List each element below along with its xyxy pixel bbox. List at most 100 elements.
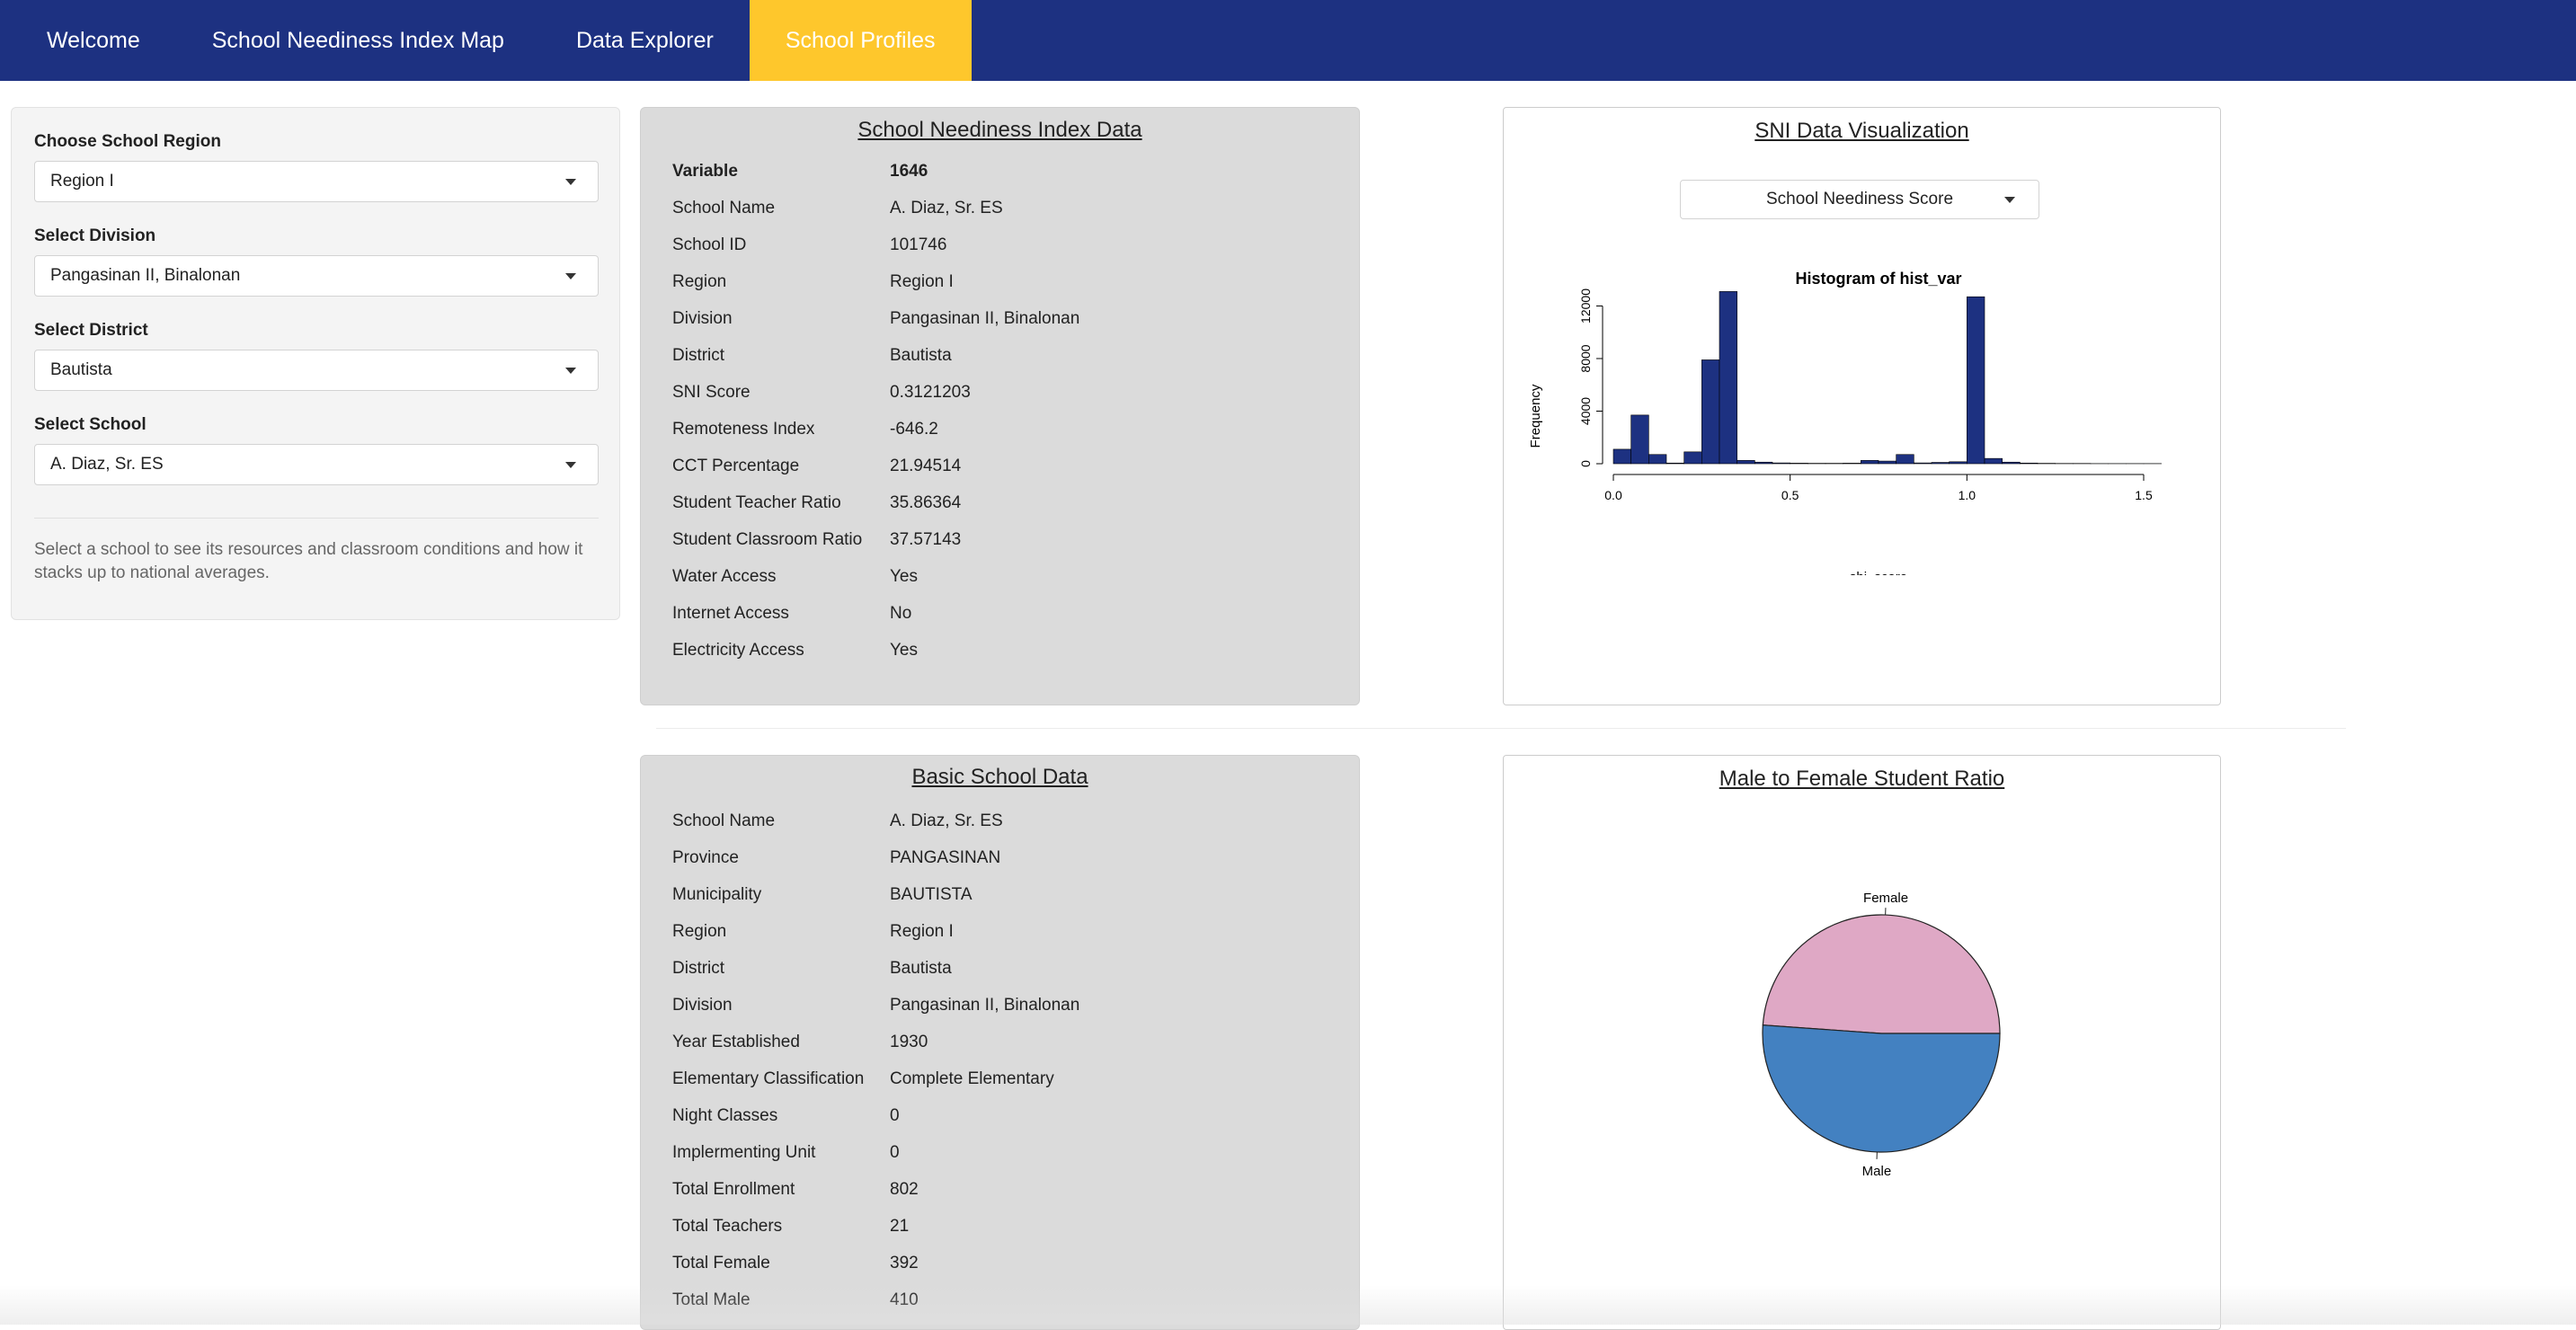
row-value: Bautista [890,346,952,366]
row-value: Yes [890,641,918,661]
sni-visualization-box: SNI Data Visualization School Neediness … [1503,107,2221,705]
histogram-bar [1932,463,1950,464]
pie-label: Male [1862,1164,1892,1179]
gender-pie-chart: Female Male [1504,756,2220,1295]
row-value: 802 [890,1180,919,1200]
row-key: Night Classes [672,1106,777,1126]
region-select[interactable]: Region I [34,161,599,202]
row-value: Pangasinan II, Binalonan [890,996,1079,1015]
histogram-bar [1719,291,1737,464]
row-key: Province [672,848,739,868]
section-divider [656,728,2346,729]
region-select-value: Region I [50,172,114,191]
district-control: Select District Bautista [34,321,599,391]
histogram-bar [1737,460,1755,464]
school-control: Select School A. Diaz, Sr. ES [34,415,599,485]
row-value: 101746 [890,235,946,255]
variable-header: Variable [672,162,738,182]
row-value: No [890,604,911,624]
row-key: Division [672,996,733,1015]
chevron-down-icon [565,179,576,185]
sni-variable-select[interactable]: School Neediness Score [1680,180,2039,219]
histogram-bar [1879,461,1896,464]
sni-viz-title: SNI Data Visualization [1504,119,2220,144]
histogram-bar [1666,463,1684,464]
row-key: School Name [672,199,775,218]
row-value: 0 [890,1143,900,1163]
sidebar-divider [34,518,599,519]
row-key: District [672,959,724,979]
histogram-title: Histogram of hist_var [1795,270,1961,288]
tab-data-explorer[interactable]: Data Explorer [540,0,750,81]
top-navbar: Welcome School Neediness Index Map Data … [0,0,2576,81]
row-key: Municipality [672,885,761,905]
row-value: PANGASINAN [890,848,1000,868]
row-value: 410 [890,1290,919,1310]
chevron-down-icon [565,462,576,468]
histogram-bar [1631,415,1649,464]
sni-variable-select-value: School Neediness Score [1766,190,1953,209]
histogram-chart: Histogram of hist_var Frequency shi_scor… [1504,261,2220,575]
row-value: Complete Elementary [890,1069,1054,1089]
row-key: School ID [672,235,746,255]
district-select[interactable]: Bautista [34,350,599,391]
tab-school-neediness-index-map[interactable]: School Neediness Index Map [176,0,540,81]
school-select[interactable]: A. Diaz, Sr. ES [34,444,599,485]
histogram-y-tick-label: 0 [1578,460,1593,467]
chevron-down-icon [565,273,576,279]
histogram-x-tick-label: 1.0 [1959,488,1976,502]
histogram-bar [1861,460,1879,464]
row-key: Division [672,309,733,329]
sidebar-panel: Choose School Region Region I Select Div… [11,107,620,620]
row-key: School Name [672,811,775,831]
row-key: Internet Access [672,604,789,624]
row-value: Region I [890,272,954,292]
row-value: 21.94514 [890,457,961,476]
histogram-bar [1648,455,1666,464]
district-select-value: Bautista [50,360,112,380]
division-select-value: Pangasinan II, Binalonan [50,266,240,286]
histogram-x-axis-label: shi_score [1850,570,1907,575]
division-control: Select Division Pangasinan II, Binalonan [34,226,599,297]
row-key: Total Female [672,1254,770,1273]
histogram-bar [1754,462,1772,464]
histogram-bar [1790,463,1808,464]
row-key: Implermenting Unit [672,1143,815,1163]
row-value: -646.2 [890,420,938,439]
division-label: Select Division [34,226,599,246]
row-key: CCT Percentage [672,457,799,476]
histogram-bar [1772,463,1790,464]
row-key: Water Access [672,567,776,587]
row-value: 21 [890,1217,909,1237]
row-key: Student Teacher Ratio [672,493,841,513]
row-key: Elementary Classification [672,1069,864,1089]
row-key: Student Classroom Ratio [672,530,862,550]
histogram-bar [1967,297,1985,464]
row-value: 35.86364 [890,493,961,513]
histogram-bar [1896,455,1914,464]
row-key: Total Teachers [672,1217,782,1237]
row-key: Electricity Access [672,641,804,661]
row-key: Total Male [672,1290,751,1310]
histogram-bar [1701,359,1719,464]
row-value: 0 [890,1106,900,1126]
district-label: Select District [34,321,599,341]
pie-label: Female [1863,891,1908,906]
row-key: Total Enrollment [672,1180,795,1200]
basic-panel-title: Basic School Data [641,765,1359,790]
row-value: Bautista [890,959,952,979]
row-key: Year Established [672,1033,800,1052]
school-label: Select School [34,415,599,435]
histogram-bar [1684,452,1702,464]
tab-school-profiles[interactable]: School Profiles [750,0,972,81]
school-select-value: A. Diaz, Sr. ES [50,455,164,474]
tab-welcome[interactable]: Welcome [0,0,176,81]
histogram-bar [1914,463,1932,464]
division-select[interactable]: Pangasinan II, Binalonan [34,255,599,297]
row-value: 37.57143 [890,530,961,550]
histogram-y-axis-label: Frequency [1528,384,1543,448]
row-value: 0.3121203 [890,383,971,403]
row-value: Yes [890,567,918,587]
sni-panel-title: School Neediness Index Data [641,118,1359,143]
histogram-y-tick-label: 4000 [1578,397,1593,425]
